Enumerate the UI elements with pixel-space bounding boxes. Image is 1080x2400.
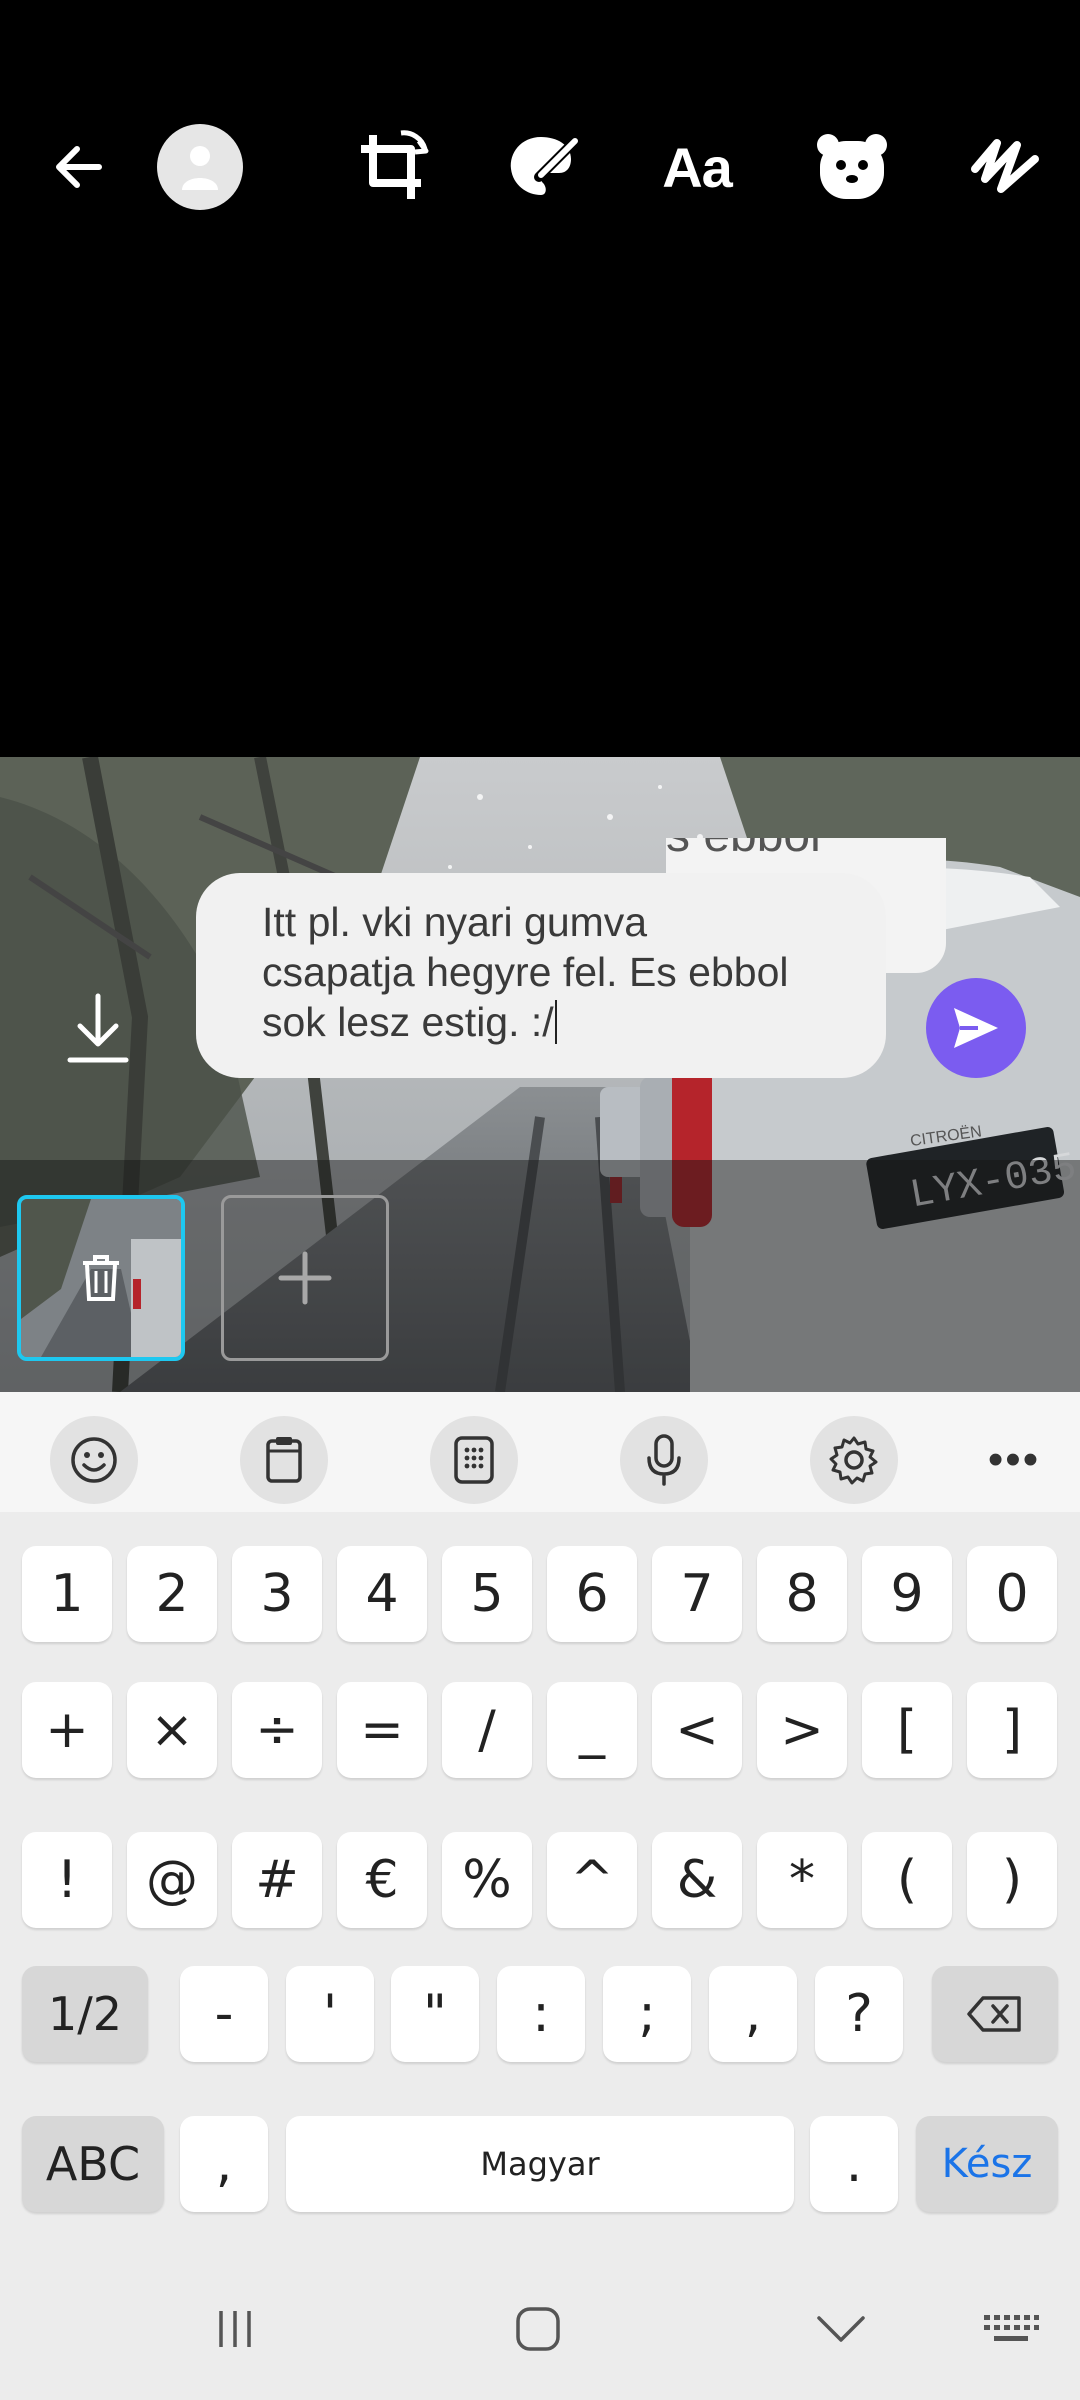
scribble-icon (971, 139, 1039, 193)
key-2-1[interactable]: @ (127, 1832, 217, 1928)
more-options-button[interactable]: ••• (970, 1416, 1058, 1504)
key-0-1[interactable]: 2 (127, 1546, 217, 1642)
sticker-button[interactable] (797, 112, 907, 222)
download-icon (67, 993, 129, 1063)
key-1-9[interactable]: ] (967, 1682, 1057, 1778)
key-0-5[interactable]: 6 (547, 1546, 637, 1642)
key-2-4[interactable]: % (442, 1832, 532, 1928)
done-key[interactable]: Kész (916, 2116, 1058, 2212)
selected-thumbnail[interactable] (17, 1195, 185, 1361)
key-3-5[interactable]: , (709, 1966, 797, 2062)
key-1-0[interactable]: + (22, 1682, 112, 1778)
keyboard-icon (984, 2315, 1039, 2341)
text-button[interactable]: Aa (642, 112, 752, 222)
download-button[interactable] (58, 990, 138, 1070)
keypad-button[interactable] (430, 1416, 518, 1504)
key-2-2[interactable]: # (232, 1832, 322, 1928)
caption-text: Itt pl. vki nyari gumva csapatja hegyre … (262, 899, 789, 1045)
filter-button[interactable] (486, 112, 596, 222)
clipboard-icon (266, 1437, 302, 1483)
send-button[interactable] (926, 978, 1026, 1078)
paint-palette-icon (510, 137, 578, 195)
key-2-8[interactable]: ( (862, 1832, 952, 1928)
key-2-6[interactable]: & (652, 1832, 742, 1928)
key-1-3[interactable]: = (337, 1682, 427, 1778)
key-1-4[interactable]: / (442, 1682, 532, 1778)
key-1-5[interactable]: _ (547, 1682, 637, 1778)
key-3-2[interactable]: " (391, 1966, 479, 2062)
key-1-1[interactable]: × (127, 1682, 217, 1778)
key-0-0[interactable]: 1 (22, 1546, 112, 1642)
key-2-0[interactable]: ! (22, 1832, 112, 1928)
text-cursor (554, 1000, 557, 1044)
key-1-8[interactable]: [ (862, 1682, 952, 1778)
key-3-6[interactable]: ? (815, 1966, 903, 2062)
home-icon (516, 2307, 560, 2351)
backspace-icon (967, 1996, 1021, 2032)
key-1-6[interactable]: < (652, 1682, 742, 1778)
send-icon (954, 1008, 998, 1048)
keyboard-switch-button[interactable] (966, 2294, 1056, 2364)
crop-rotate-button[interactable] (338, 112, 448, 222)
recent-apps-icon (219, 2311, 251, 2347)
keyboard-toolbar: ••• (0, 1392, 1080, 1512)
back-button[interactable] (24, 112, 134, 222)
key-3-1[interactable]: ' (286, 1966, 374, 2062)
draw-button[interactable] (950, 112, 1060, 222)
key-0-8[interactable]: 9 (862, 1546, 952, 1642)
emoji-button[interactable] (50, 1416, 138, 1504)
space-key[interactable]: Magyar (286, 2116, 794, 2212)
editor-toolbar: Aa (0, 0, 1080, 330)
key-3-4[interactable]: ; (603, 1966, 691, 2062)
microphone-icon (647, 1434, 681, 1486)
recent-apps-button[interactable] (190, 2294, 280, 2364)
symbol-page-key[interactable]: 1/2 (22, 1966, 148, 2062)
key-0-9[interactable]: 0 (967, 1546, 1057, 1642)
key-0-2[interactable]: 3 (232, 1546, 322, 1642)
crop-rotate-icon (361, 130, 429, 199)
key-1-2[interactable]: ÷ (232, 1682, 322, 1778)
key-0-4[interactable]: 5 (442, 1546, 532, 1642)
key-2-3[interactable]: € (337, 1832, 427, 1928)
bear-face-icon (817, 134, 887, 199)
plus-icon (278, 1251, 332, 1305)
home-button[interactable] (493, 2294, 583, 2364)
trash-icon[interactable] (79, 1253, 123, 1303)
key-3-3[interactable]: : (497, 1966, 585, 2062)
key-3-0[interactable]: - (180, 1966, 268, 2062)
key-2-9[interactable]: ) (967, 1832, 1057, 1928)
comma-key[interactable]: , (180, 2116, 268, 2212)
voice-input-button[interactable] (620, 1416, 708, 1504)
emoji-icon (71, 1437, 117, 1483)
system-navigation-bar (0, 2264, 1080, 2400)
key-1-7[interactable]: > (757, 1682, 847, 1778)
keypad-icon (454, 1436, 494, 1484)
period-key[interactable]: . (810, 2116, 898, 2212)
hide-keyboard-button[interactable] (796, 2294, 886, 2364)
key-0-7[interactable]: 8 (757, 1546, 847, 1642)
key-0-6[interactable]: 7 (652, 1546, 742, 1642)
keyboard: ••• 1234567890 + × ÷ = / _ < >[] ! @ # €% ^ & *() - ' "… (0, 1392, 1080, 2264)
clipboard-button[interactable] (240, 1416, 328, 1504)
keyboard-settings-button[interactable] (810, 1416, 898, 1504)
person-icon (182, 146, 218, 190)
settings-icon (829, 1436, 878, 1485)
backspace-key[interactable] (932, 1966, 1058, 2062)
abc-key[interactable]: ABC (22, 2116, 164, 2212)
chevron-down-icon (817, 2316, 865, 2342)
caption-input[interactable]: Itt pl. vki nyari gumva csapatja hegyre … (262, 897, 822, 1047)
key-0-3[interactable]: 4 (337, 1546, 427, 1642)
add-media-button[interactable] (221, 1195, 389, 1361)
key-2-5[interactable]: ^ (547, 1832, 637, 1928)
key-2-7[interactable]: * (757, 1832, 847, 1928)
recipient-avatar[interactable] (157, 124, 243, 210)
back-arrow-icon (56, 146, 102, 188)
caption-overflow-text: s ebbol (666, 838, 821, 863)
text-tool-icon: Aa (662, 135, 733, 199)
